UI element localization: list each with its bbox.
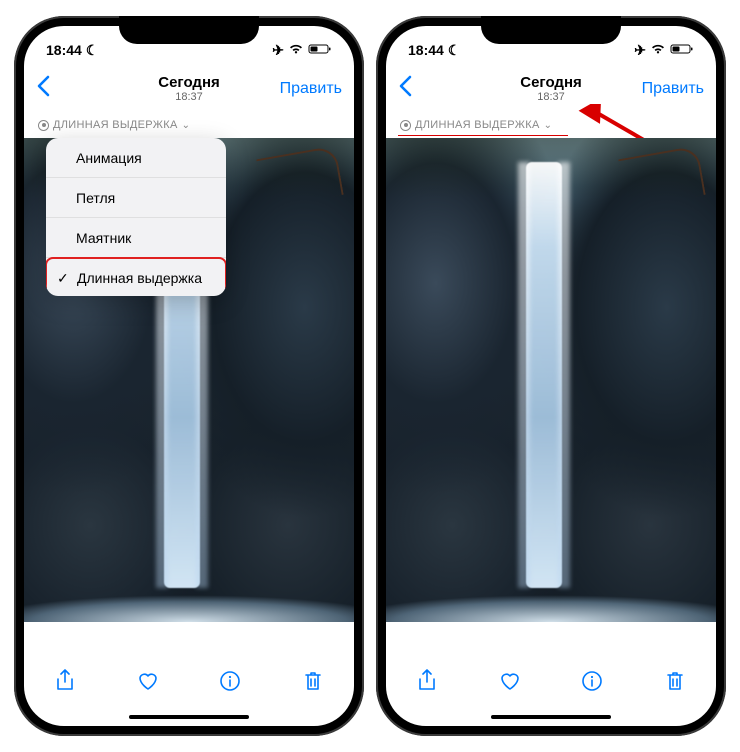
photo-area xyxy=(386,138,716,656)
battery-icon xyxy=(308,42,332,58)
status-time: 18:44 xyxy=(408,42,444,58)
dropdown-item-loop[interactable]: Петля xyxy=(46,178,226,218)
live-photo-icon xyxy=(38,120,49,131)
dropdown-item-label: Маятник xyxy=(76,230,131,246)
nav-subtitle: 18:37 xyxy=(158,91,220,103)
back-button[interactable] xyxy=(398,75,412,104)
back-button[interactable] xyxy=(36,75,50,104)
photo-bottom-margin xyxy=(24,622,354,656)
nav-title: Сегодня xyxy=(158,75,220,92)
nav-title: Сегодня xyxy=(520,75,582,92)
effect-selector[interactable]: ДЛИННАЯ ВЫДЕРЖКА ⌄ xyxy=(24,112,354,138)
info-button[interactable] xyxy=(579,668,605,694)
check-icon: ✓ xyxy=(57,270,69,287)
battery-icon xyxy=(670,42,694,58)
nav-subtitle: 18:37 xyxy=(520,91,582,103)
delete-button[interactable] xyxy=(300,668,326,694)
live-photo-icon xyxy=(400,120,411,131)
edit-button[interactable]: Править xyxy=(642,80,704,98)
dropdown-item-bounce[interactable]: Маятник xyxy=(46,218,226,258)
home-indicator[interactable] xyxy=(24,708,354,726)
phone-right: 18:44 ☾ ✈ Сегодня 18:37 Править xyxy=(376,16,726,736)
chevron-down-icon: ⌄ xyxy=(182,120,191,131)
nav-bar: Сегодня 18:37 Править xyxy=(24,66,354,112)
dropdown-item-long-exposure[interactable]: ✓ Длинная выдержка xyxy=(46,257,226,296)
home-indicator[interactable] xyxy=(386,708,716,726)
toolbar xyxy=(24,656,354,708)
nav-bar: Сегодня 18:37 Править xyxy=(386,66,716,112)
info-button[interactable] xyxy=(217,668,243,694)
moon-icon: ☾ xyxy=(86,42,99,59)
notch xyxy=(119,16,259,44)
favorite-button[interactable] xyxy=(497,668,523,694)
edit-button[interactable]: Править xyxy=(280,80,342,98)
airplane-icon: ✈ xyxy=(272,42,284,59)
moon-icon: ☾ xyxy=(448,42,461,59)
delete-button[interactable] xyxy=(662,668,688,694)
dropdown-item-label: Петля xyxy=(76,190,115,206)
dropdown-item-label: Длинная выдержка xyxy=(77,270,202,286)
photo-waterfall[interactable] xyxy=(386,138,716,622)
dropdown-item-label: Анимация xyxy=(76,150,142,166)
wifi-icon xyxy=(650,42,666,58)
dropdown-item-animation[interactable]: Анимация xyxy=(46,138,226,178)
phone-left: 18:44 ☾ ✈ Сегодня 18:37 Править xyxy=(14,16,364,736)
share-button[interactable] xyxy=(52,668,78,694)
notch xyxy=(481,16,621,44)
photo-bottom-margin xyxy=(386,622,716,656)
screen: 18:44 ☾ ✈ Сегодня 18:37 Править xyxy=(386,26,716,726)
status-time: 18:44 xyxy=(46,42,82,58)
effect-label: ДЛИННАЯ ВЫДЕРЖКА xyxy=(415,119,540,131)
chevron-down-icon: ⌄ xyxy=(544,120,553,131)
effect-selector[interactable]: ДЛИННАЯ ВЫДЕРЖКА ⌄ xyxy=(386,112,716,138)
wifi-icon xyxy=(288,42,304,58)
screen: 18:44 ☾ ✈ Сегодня 18:37 Править xyxy=(24,26,354,726)
effect-label: ДЛИННАЯ ВЫДЕРЖКА xyxy=(53,119,178,131)
favorite-button[interactable] xyxy=(135,668,161,694)
toolbar xyxy=(386,656,716,708)
effect-dropdown: Анимация Петля Маятник ✓ Длинная выдержк… xyxy=(46,138,226,296)
annotation-underline xyxy=(398,135,568,137)
share-button[interactable] xyxy=(414,668,440,694)
airplane-icon: ✈ xyxy=(634,42,646,59)
